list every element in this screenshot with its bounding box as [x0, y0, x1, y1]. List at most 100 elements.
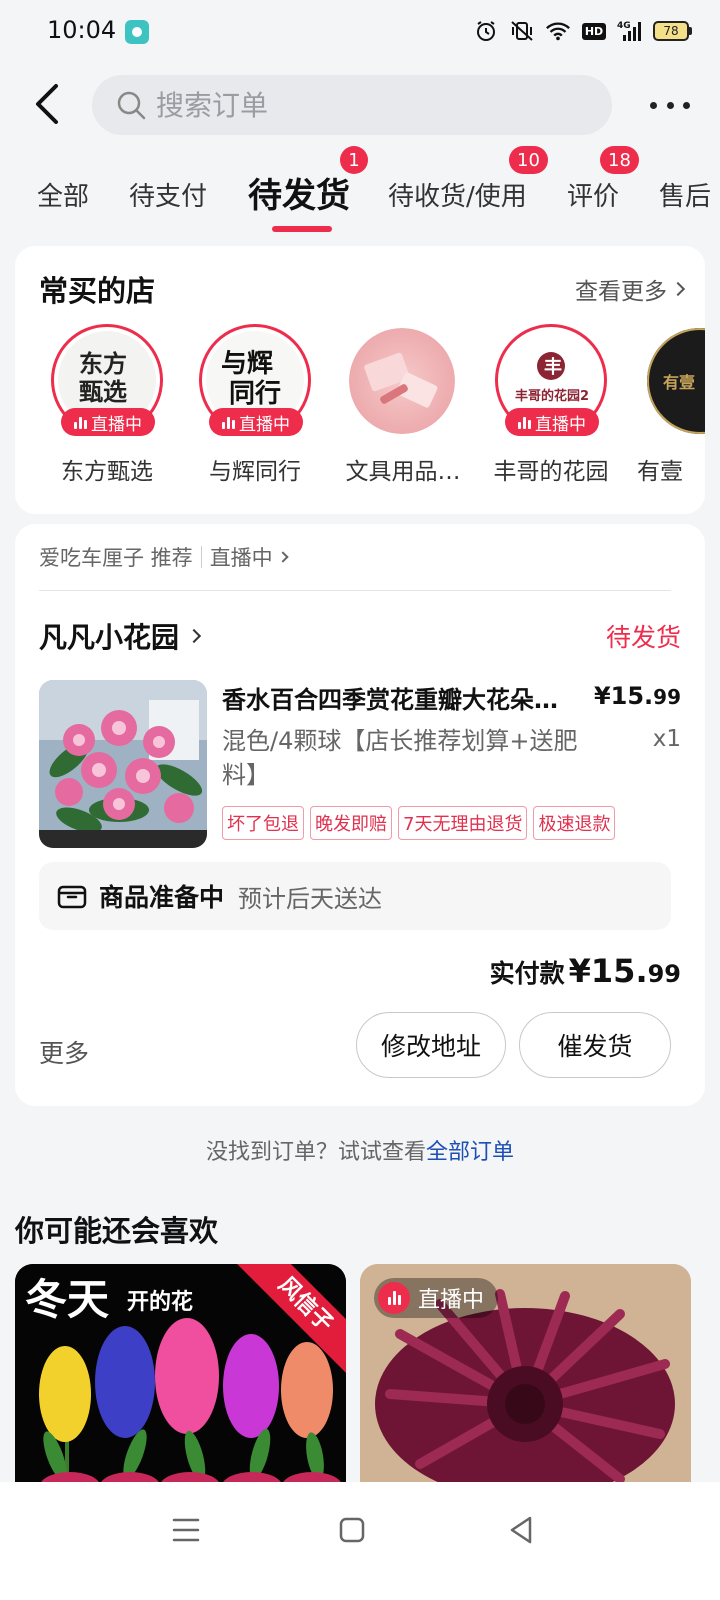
live-label: 直播中: [418, 1288, 485, 1313]
review-badge: 18: [600, 146, 639, 174]
view-more-label: 查看更多: [575, 279, 667, 305]
chevron-right-icon: [670, 281, 686, 297]
paid-cents: 99: [647, 960, 681, 988]
header: [0, 62, 720, 146]
tab-pending-payment[interactable]: 待支付: [129, 176, 207, 213]
store-avatar: 有壹: [647, 328, 705, 434]
order-status: 待发货: [605, 623, 681, 652]
battery-icon: 78: [653, 21, 692, 41]
vibrate-icon: [509, 18, 535, 44]
paid-value: ¥15.: [568, 952, 648, 990]
live-badge: 直播中: [505, 408, 599, 436]
live-icon: [378, 1282, 410, 1314]
paid-label: 实付款: [489, 959, 565, 988]
delivery-status-box[interactable]: 商品准备中 预计后天送达: [39, 862, 671, 930]
product-quantity: x1: [652, 726, 681, 752]
svg-text:甄选: 甄选: [79, 377, 127, 406]
svg-text:4G: 4G: [617, 21, 631, 31]
chevron-right-icon: [277, 551, 289, 563]
search-input[interactable]: [156, 85, 576, 125]
shop-name-link[interactable]: 凡凡小花园: [39, 616, 202, 656]
home-icon[interactable]: [332, 1510, 372, 1550]
store-name: 东方甄选: [61, 459, 153, 485]
store-item-fengge[interactable]: 丰丰哥的花园2 直播中 丰哥的花园: [485, 324, 615, 499]
app-notification-icon: [125, 20, 149, 44]
service-tag: 晚发即赔: [310, 806, 392, 840]
product-image[interactable]: [39, 680, 207, 848]
recommend-card-chrysanthemum[interactable]: 直播中: [360, 1264, 691, 1494]
store-name: 有壹: [637, 459, 683, 485]
svg-text:与辉: 与辉: [221, 349, 273, 379]
view-more-link[interactable]: 查看更多: [575, 272, 686, 306]
live-link[interactable]: 直播中: [210, 542, 289, 572]
back-icon[interactable]: [30, 82, 70, 126]
pending-shipment-badge: 1: [340, 146, 368, 174]
svg-text:丰哥的花园2: 丰哥的花园2: [515, 388, 589, 404]
frequent-stores-card: 常买的店 查看更多 东方甄选 直播中 东方甄选 与辉同行 直播中 与辉同行: [15, 246, 705, 514]
live-badge: 直播中: [61, 408, 155, 436]
promo-headline: 冬天: [25, 1275, 110, 1324]
menu-icon[interactable]: [166, 1510, 206, 1550]
delivery-eta: 预计后天送达: [238, 884, 383, 913]
product-title[interactable]: 香水百合四季赏花重瓣大花朵…: [222, 680, 582, 715]
store-item-youyi[interactable]: 有壹 有壹: [637, 324, 705, 499]
order-tabs: 全部 待支付 待发货 1 待收货/使用 10 评价 18 售后: [0, 146, 720, 236]
alarm-icon: [473, 18, 499, 44]
search-icon: [116, 90, 146, 120]
store-item-yuhui[interactable]: 与辉 同行 直播中 与辉同行: [189, 324, 319, 499]
battery-level: 78: [653, 21, 689, 41]
system-nav-bar: [0, 1482, 720, 1600]
status-time: 10:04: [47, 16, 117, 44]
store-avatar: [349, 328, 455, 434]
live-badge: 直播中: [209, 408, 303, 436]
svg-text:丰: 丰: [544, 356, 562, 378]
active-tab-indicator: [272, 226, 332, 232]
pending-receipt-badge: 10: [509, 146, 548, 174]
search-box[interactable]: [92, 75, 612, 135]
product-spec: 混色/4颗球【店长推荐划算+送肥料】: [222, 727, 578, 789]
tab-pending-shipment[interactable]: 待发货: [248, 168, 350, 217]
divider: [39, 590, 671, 591]
paid-amount: 实付款 ¥15.99: [490, 952, 681, 990]
wifi-icon: [545, 18, 571, 44]
urge-shipment-button[interactable]: 催发货: [519, 1012, 671, 1078]
delivery-title: 商品准备中: [99, 883, 225, 912]
tab-after-sales[interactable]: 售后: [659, 176, 711, 213]
recommend-line: 爱吃车厘子 推荐 直播中: [39, 542, 289, 572]
recommender-text: 爱吃车厘子 推荐: [39, 546, 193, 570]
status-icons: HD 4G 78: [473, 16, 692, 46]
store-name: 与辉同行: [209, 459, 301, 485]
tab-pending-receipt[interactable]: 待收货/使用: [388, 176, 527, 213]
stores-row: 东方 甄选 直播中 东方甄选 与辉 同行 直播中 与辉同行 文具用品… 丰 丰哥…: [15, 324, 705, 504]
signal-icon: 4G: [617, 18, 643, 44]
store-item-stationery[interactable]: 文具用品…: [337, 324, 467, 499]
service-tag: 7天无理由退货: [398, 806, 528, 840]
more-options-icon[interactable]: [650, 90, 690, 120]
service-tag: 坏了包退: [222, 806, 304, 840]
service-tag: 极速退款: [533, 806, 616, 840]
frequent-stores-title: 常买的店: [39, 274, 156, 308]
svg-text:同行: 同行: [229, 378, 281, 409]
more-actions-link[interactable]: 更多: [39, 1034, 89, 1070]
all-orders-link[interactable]: 全部订单: [426, 1140, 514, 1165]
store-name: 丰哥的花园: [493, 459, 609, 485]
recommend-card-hyacinth[interactable]: 冬天 开的花 风信子: [15, 1264, 346, 1494]
service-tags: 坏了包退 晚发即赔 7天无理由退货 极速退款: [222, 806, 616, 840]
tab-review[interactable]: 评价: [567, 176, 619, 213]
back-nav-icon[interactable]: [502, 1510, 542, 1550]
svg-text:东方: 东方: [79, 349, 127, 378]
hd-icon: HD: [581, 18, 607, 44]
order-not-found-hint: 没找到订单？试试查看全部订单: [0, 1134, 720, 1166]
tab-all[interactable]: 全部: [37, 176, 89, 213]
store-name: 文具用品…: [345, 459, 461, 485]
package-icon: [57, 883, 87, 909]
promo-subline: 开的花: [127, 1290, 194, 1315]
product-price: ¥15.99: [593, 682, 681, 710]
status-bar: 10:04 HD 4G 78: [0, 0, 720, 62]
not-found-text: 没找到订单？试试查看: [205, 1140, 426, 1165]
modify-address-button[interactable]: 修改地址: [356, 1012, 506, 1078]
chevron-right-icon: [186, 628, 202, 644]
order-card: 爱吃车厘子 推荐 直播中 凡凡小花园 待发货 香水百合四季赏花重瓣大花朵… ¥1…: [15, 524, 705, 1106]
recommend-title: 你可能还会喜欢: [15, 1214, 219, 1248]
store-item-dongfang[interactable]: 东方 甄选 直播中 东方甄选: [41, 324, 171, 499]
